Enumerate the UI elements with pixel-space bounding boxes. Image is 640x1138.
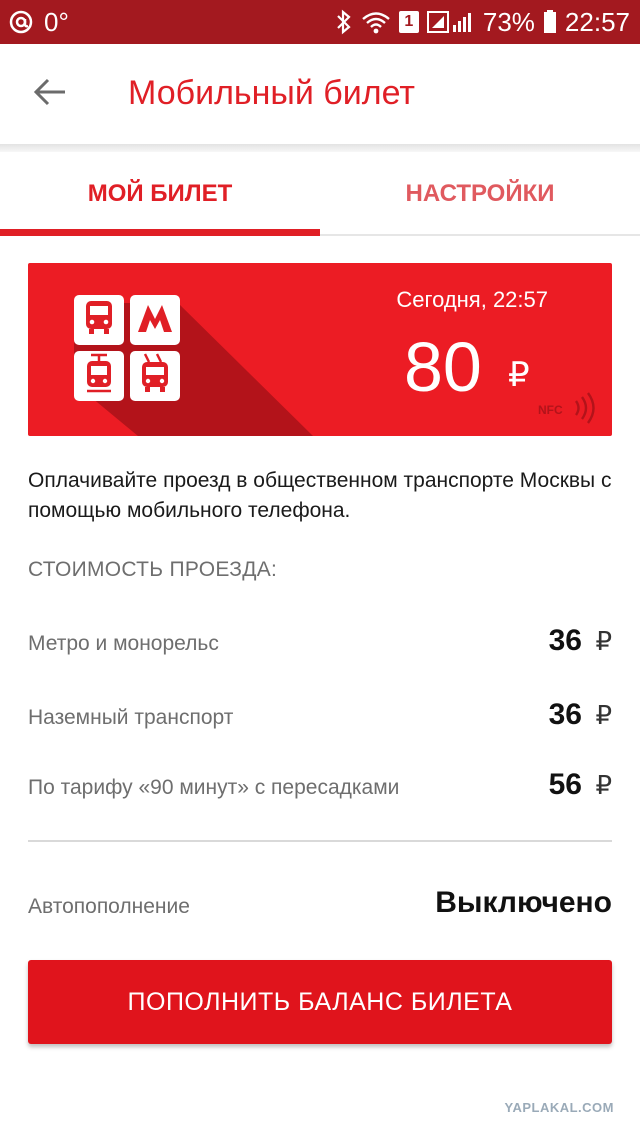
autopay-status[interactable]: Выключено xyxy=(435,886,612,920)
fare-row-90-minutes: По тарифу «90 минут» с пересадками 56 ₽ xyxy=(28,768,612,808)
battery-icon xyxy=(543,9,557,35)
fare-price: 36 xyxy=(548,698,582,731)
back-button[interactable] xyxy=(24,70,76,118)
tab-active-indicator xyxy=(0,229,320,236)
wifi-icon xyxy=(361,9,391,35)
fare-label: Метро и монорельс xyxy=(28,632,219,655)
tram-icon xyxy=(81,353,117,400)
fare-currency: ₽ xyxy=(595,770,612,800)
metro-icon xyxy=(136,302,174,339)
fare-label: Наземный транспорт xyxy=(28,706,234,729)
bus-tile xyxy=(74,295,124,345)
status-bar: 0° 1 73% 22:57 xyxy=(0,0,640,44)
metro-tile xyxy=(130,295,180,345)
nfc-label: NFC xyxy=(538,403,563,417)
ticket-card[interactable]: Сегодня, 22:57 80 ₽ NFC xyxy=(28,263,612,436)
sim-slot-number: 1 xyxy=(398,11,419,33)
fares-section-title: СТОИМОСТЬ ПРОЕЗДА: xyxy=(28,558,278,581)
signal-icon xyxy=(426,9,475,35)
trolleybus-icon xyxy=(137,352,173,400)
at-sign-icon xyxy=(8,9,34,35)
page-title: Мобильный билет xyxy=(128,74,415,112)
fare-price: 56 xyxy=(548,768,582,801)
description-text: Оплачивайте проезд в общественном трансп… xyxy=(28,469,612,522)
watermark: YAPLAKAL.COM xyxy=(504,1100,614,1115)
bluetooth-icon xyxy=(335,9,353,35)
fare-currency: ₽ xyxy=(595,700,612,730)
tab-bar: МОЙ БИЛЕТ НАСТРОЙКИ xyxy=(0,152,640,236)
ticket-balance: 80 xyxy=(404,328,482,406)
ticket-currency: ₽ xyxy=(508,356,530,394)
battery-percent: 73% xyxy=(482,6,535,37)
autopay-label: Автопополнение xyxy=(28,895,190,918)
fare-label: По тарифу «90 минут» с пересадками xyxy=(28,776,400,799)
top-up-balance-button[interactable]: ПОПОЛНИТЬ БАЛАНС БИЛЕТА xyxy=(28,960,612,1044)
fare-currency: ₽ xyxy=(595,626,612,656)
app-bar-shadow xyxy=(0,144,640,152)
nfc-waves-icon xyxy=(572,391,600,430)
bus-icon xyxy=(81,299,117,342)
fare-row-metro: Метро и монорельс 36 ₽ xyxy=(28,624,612,664)
divider xyxy=(28,840,612,842)
tab-settings[interactable]: НАСТРОЙКИ xyxy=(320,152,640,236)
trolleybus-tile xyxy=(130,351,180,401)
sim-slot-icon: 1 xyxy=(398,11,419,33)
status-time: 22:57 xyxy=(564,6,630,37)
app-bar: Мобильный билет xyxy=(0,44,640,144)
fare-price: 36 xyxy=(548,624,582,657)
status-temperature: 0° xyxy=(44,6,69,37)
tram-tile xyxy=(74,351,124,401)
tab-my-ticket[interactable]: МОЙ БИЛЕТ xyxy=(0,152,320,236)
fare-row-ground: Наземный транспорт 36 ₽ xyxy=(28,698,612,738)
ticket-date-time: Сегодня, 22:57 xyxy=(396,287,548,312)
arrow-left-icon xyxy=(33,77,67,112)
